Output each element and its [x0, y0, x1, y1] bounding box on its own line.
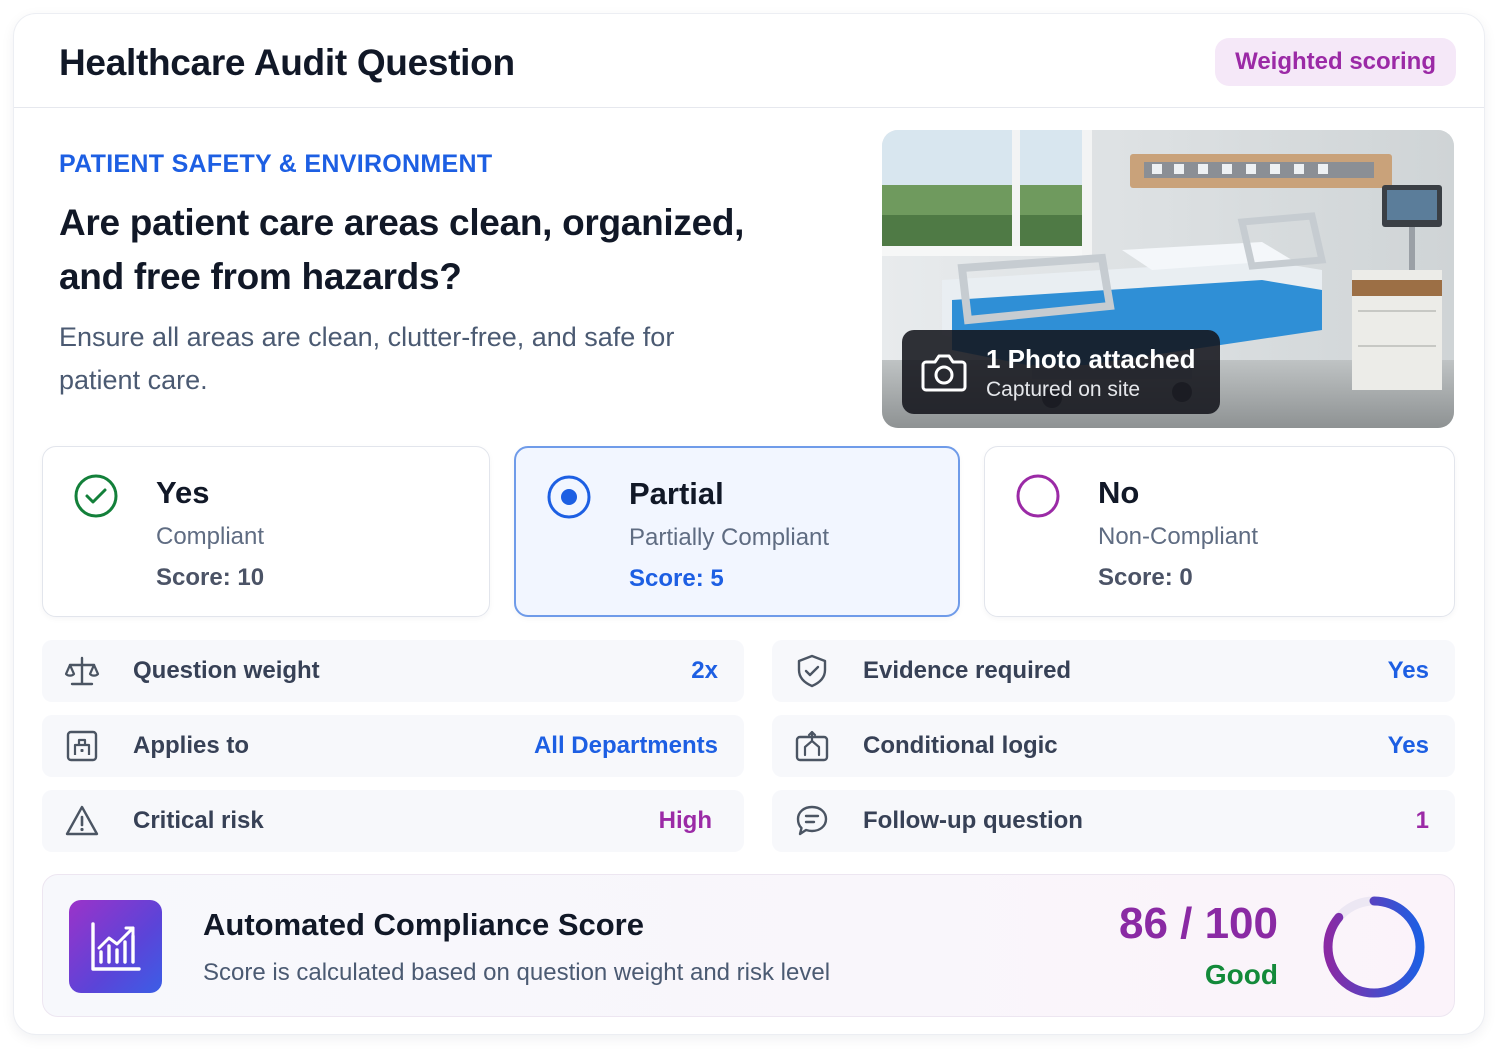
- option-label: No: [1098, 475, 1140, 510]
- meta-value: High: [658, 807, 712, 834]
- compliance-score-value: 86 / 100: [1118, 899, 1278, 948]
- question-category: PATIENT SAFETY & ENVIRONMENT: [59, 150, 493, 178]
- branch-icon: [795, 730, 829, 762]
- meta-label: Follow-up question: [863, 807, 1083, 834]
- warning-icon: [65, 805, 99, 836]
- meta-evidence-required: Evidence required Yes: [772, 640, 1455, 702]
- meta-value[interactable]: All Departments: [534, 732, 718, 760]
- shield-check-icon: [797, 654, 827, 688]
- compliance-donut: [1323, 896, 1425, 998]
- photo-caption: Captured on site: [986, 378, 1141, 401]
- compliance-status: Good: [1204, 959, 1278, 990]
- check-circle-icon: [74, 474, 118, 518]
- meta-critical-risk: Critical risk High: [42, 790, 744, 852]
- radio-selected-icon: [547, 475, 591, 519]
- option-yes[interactable]: Yes Compliant Score: 10: [42, 446, 490, 617]
- option-no[interactable]: No Non-Compliant Score: 0: [984, 446, 1455, 617]
- meta-label: Question weight: [133, 657, 320, 684]
- meta-question-weight: Question weight 2x: [42, 640, 744, 702]
- compliance-title: Automated Compliance Score: [203, 907, 644, 942]
- option-sublabel: Non-Compliant: [1098, 523, 1259, 550]
- option-sublabel: Compliant: [156, 523, 265, 550]
- scale-icon: [64, 656, 100, 686]
- option-score: Score: 0: [1098, 564, 1193, 591]
- meta-label: Critical risk: [133, 807, 264, 834]
- meta-conditional-logic: Conditional logic Yes: [772, 715, 1455, 777]
- weighted-scoring-badge: Weighted scoring: [1215, 38, 1456, 86]
- option-label: Partial: [629, 476, 724, 511]
- meta-follow-up-question: Follow-up question 1: [772, 790, 1455, 852]
- option-sublabel: Partially Compliant: [629, 524, 830, 551]
- attached-photo[interactable]: 1 Photo attached Captured on site: [882, 130, 1454, 428]
- option-label: Yes: [156, 475, 210, 510]
- camera-icon: [921, 354, 967, 392]
- meta-label: Conditional logic: [863, 732, 1058, 759]
- photo-attached-tag: 1 Photo attached Captured on site: [902, 330, 1220, 414]
- question-text: Are patient care areas clean, organized,…: [59, 202, 745, 297]
- question-description: Ensure all areas are clean, clutter-free…: [59, 322, 675, 395]
- card-header: Healthcare Audit Question Weighted scori…: [14, 14, 1484, 108]
- photo-count-label: 1 Photo attached: [986, 344, 1196, 374]
- option-score: Score: 10: [156, 564, 265, 591]
- meta-value[interactable]: 1: [1416, 807, 1429, 835]
- building-icon: [66, 730, 98, 762]
- audit-question-card: Healthcare Audit Question Weighted scori…: [14, 14, 1484, 1034]
- chart-tile: [69, 900, 162, 993]
- meta-label: Evidence required: [863, 657, 1072, 684]
- meta-value: Yes: [1387, 657, 1429, 684]
- meta-applies-to: Applies to All Departments: [42, 715, 744, 777]
- option-score: Score: 5: [629, 565, 724, 592]
- page-title: Healthcare Audit Question: [59, 42, 515, 83]
- meta-value: Yes: [1387, 732, 1429, 759]
- donut-progress: [1323, 896, 1425, 998]
- compliance-score-panel: Automated Compliance Score Score is calc…: [42, 874, 1455, 1017]
- radio-empty-icon: [1016, 474, 1060, 518]
- chart-icon: [91, 922, 141, 971]
- compliance-subtitle: Score is calculated based on question we…: [203, 959, 831, 986]
- chat-icon: [796, 805, 828, 836]
- meta-value: 2x: [691, 657, 718, 684]
- meta-label: Applies to: [133, 732, 250, 759]
- option-partial[interactable]: Partial Partially Compliant Score: 5: [514, 446, 960, 617]
